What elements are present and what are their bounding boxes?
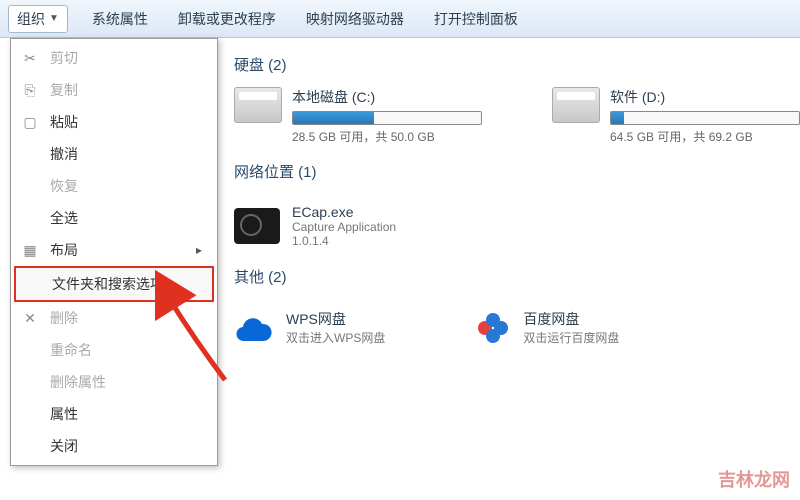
section-other: 其他 (2) [234, 258, 784, 299]
layout-icon: ▦ [22, 242, 38, 258]
menu-select-all[interactable]: 全选 [14, 202, 214, 234]
menu-folder-options[interactable]: 文件夹和搜索选项 [14, 266, 214, 302]
wps-name: WPS网盘 [286, 309, 385, 329]
toolbar-system-props[interactable]: 系统属性 [86, 5, 154, 33]
organize-dropdown: ✂ 剪切 ⎘ 复制 ▢ 粘贴 撤消 恢复 全选 ▦ 布局 ▸ 文件夹和搜索选项 … [10, 38, 218, 466]
drive-d[interactable]: 软件 (D:) 64.5 GB 可用，共 69.2 GB [552, 87, 800, 145]
menu-rename[interactable]: 重命名 [14, 334, 214, 366]
toolbar-control-panel[interactable]: 打开控制面板 [428, 5, 524, 33]
menu-delete[interactable]: ✕ 删除 [14, 302, 214, 334]
cut-icon: ✂ [22, 50, 38, 66]
toolbar: 组织 ▼ 系统属性 卸载或更改程序 映射网络驱动器 打开控制面板 [0, 0, 800, 38]
organize-button[interactable]: 组织 ▼ [8, 5, 68, 33]
menu-copy[interactable]: ⎘ 复制 [14, 74, 214, 106]
paste-icon: ▢ [22, 114, 38, 130]
wps-item[interactable]: WPS网盘 双击进入WPS网盘 [234, 309, 385, 346]
toolbar-uninstall[interactable]: 卸载或更改程序 [172, 5, 282, 33]
content-area: 硬盘 (2) 本地磁盘 (C:) 28.5 GB 可用，共 50.0 GB 软件… [218, 38, 800, 500]
watermark: 吉林龙网 [718, 466, 790, 492]
drive-c-text: 28.5 GB 可用，共 50.0 GB [292, 128, 492, 145]
baidu-item[interactable]: 百度网盘 双击运行百度网盘 [475, 309, 619, 346]
drive-c-bar [292, 111, 482, 125]
drive-d-name: 软件 (D:) [610, 87, 800, 107]
drive-icon [234, 87, 282, 123]
section-network: 网络位置 (1) [234, 153, 784, 194]
drive-d-text: 64.5 GB 可用，共 69.2 GB [610, 128, 800, 145]
baidu-sub: 双击运行百度网盘 [523, 329, 619, 346]
wps-sub: 双击进入WPS网盘 [286, 329, 385, 346]
drive-d-bar [610, 111, 800, 125]
drive-c[interactable]: 本地磁盘 (C:) 28.5 GB 可用，共 50.0 GB [234, 87, 492, 145]
drive-icon [552, 87, 600, 123]
menu-layout[interactable]: ▦ 布局 ▸ [14, 234, 214, 266]
delete-icon: ✕ [22, 310, 38, 326]
camera-icon [234, 208, 280, 244]
menu-close[interactable]: 关闭 [14, 430, 214, 462]
ecap-desc: Capture Application [292, 220, 396, 234]
menu-cut[interactable]: ✂ 剪切 [14, 42, 214, 74]
menu-redo[interactable]: 恢复 [14, 170, 214, 202]
menu-paste[interactable]: ▢ 粘贴 [14, 106, 214, 138]
baidu-name: 百度网盘 [523, 309, 619, 329]
toolbar-map-network[interactable]: 映射网络驱动器 [300, 5, 410, 33]
ecap-name: ECap.exe [292, 204, 396, 220]
menu-remove-props[interactable]: 删除属性 [14, 366, 214, 398]
organize-label: 组织 [17, 9, 45, 29]
wps-cloud-icon [234, 312, 274, 344]
menu-properties[interactable]: 属性 [14, 398, 214, 430]
menu-undo[interactable]: 撤消 [14, 138, 214, 170]
ecap-item[interactable]: ECap.exe Capture Application 1.0.1.4 [234, 204, 784, 248]
section-drives: 硬盘 (2) [234, 46, 784, 87]
ecap-ver: 1.0.1.4 [292, 234, 396, 248]
copy-icon: ⎘ [22, 82, 38, 98]
baidu-cloud-icon [475, 310, 511, 346]
submenu-arrow-icon: ▸ [196, 243, 202, 257]
drive-c-name: 本地磁盘 (C:) [292, 87, 492, 107]
chevron-down-icon: ▼ [49, 13, 59, 24]
